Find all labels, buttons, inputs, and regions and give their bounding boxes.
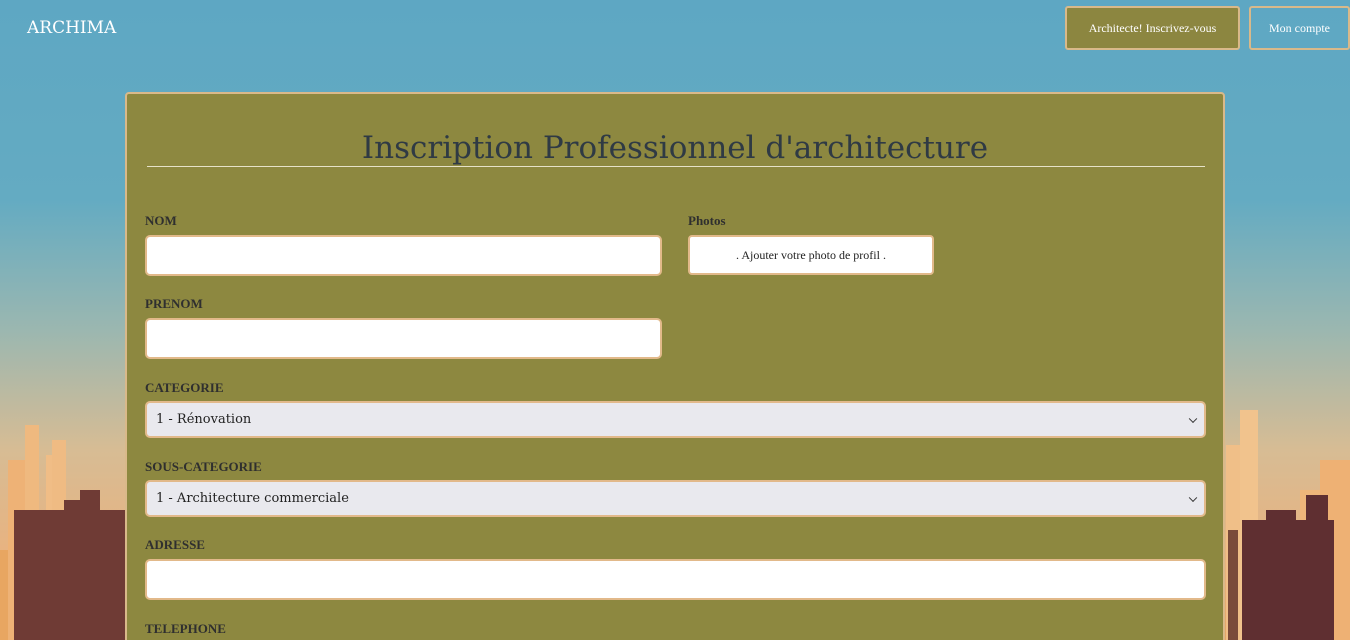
adresse-label: ADRESSE <box>145 537 205 552</box>
chevron-down-icon <box>1188 414 1198 423</box>
nom-input[interactable] <box>147 237 660 274</box>
my-account-button[interactable]: Mon compte <box>1249 6 1350 50</box>
form-title: Inscription Professionnel d'architecture <box>361 130 989 166</box>
sous-categorie-select[interactable]: 1 - Architecture commerciale <box>145 480 1206 517</box>
registration-form-card: Inscription Professionnel d'architecture… <box>125 92 1225 640</box>
prenom-label: PRENOM <box>145 296 203 311</box>
sous-categorie-selected-value: 1 - Architecture commerciale <box>156 491 349 506</box>
prenom-field[interactable] <box>145 318 662 359</box>
telephone-label: TELEPHONE <box>145 621 226 636</box>
add-profile-photo-button[interactable]: . Ajouter votre photo de profil . <box>688 235 934 275</box>
adresse-field[interactable] <box>145 559 1206 600</box>
nom-field[interactable] <box>145 235 662 276</box>
title-divider <box>147 166 1205 167</box>
categorie-selected-value: 1 - Rénovation <box>156 412 252 427</box>
categorie-label: CATEGORIE <box>145 380 224 395</box>
adresse-input[interactable] <box>147 561 1204 598</box>
nom-label: NOM <box>145 213 177 228</box>
register-architect-button[interactable]: Architecte! Inscrivez-vous <box>1065 6 1240 50</box>
sous-categorie-label: SOUS-CATEGORIE <box>145 459 262 474</box>
photos-label: Photos <box>688 213 726 228</box>
prenom-input[interactable] <box>147 320 660 357</box>
chevron-down-icon <box>1188 493 1198 502</box>
brand-logo[interactable]: ARCHIMA <box>27 18 116 38</box>
categorie-select[interactable]: 1 - Rénovation <box>145 401 1206 438</box>
